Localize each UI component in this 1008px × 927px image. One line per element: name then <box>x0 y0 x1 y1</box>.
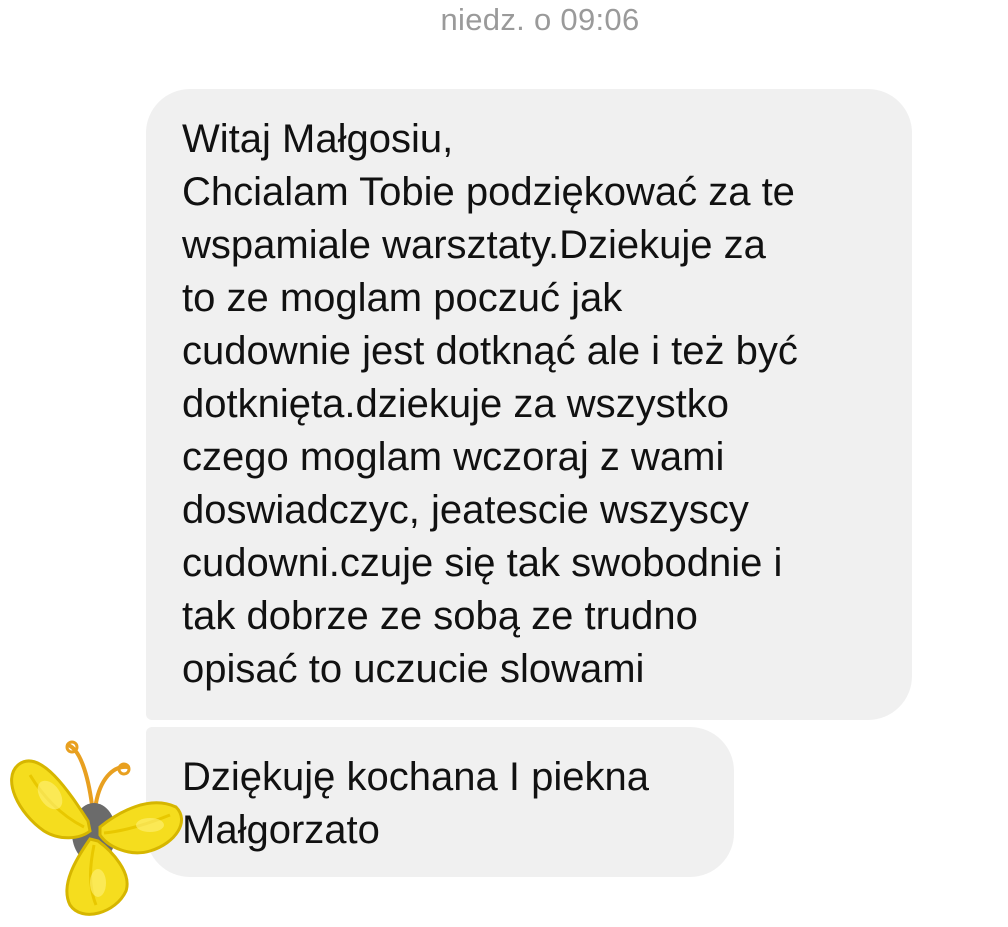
butterfly-icon <box>10 740 183 916</box>
message-bubble[interactable]: Witaj Małgosiu, Chcialam Tobie podziękow… <box>146 89 912 720</box>
message-timestamp: niedz. o 09:06 <box>440 2 640 37</box>
message-bubble[interactable]: Dziękuję kochana I piekna Małgorzato <box>146 727 734 877</box>
avatar[interactable] <box>0 735 190 922</box>
